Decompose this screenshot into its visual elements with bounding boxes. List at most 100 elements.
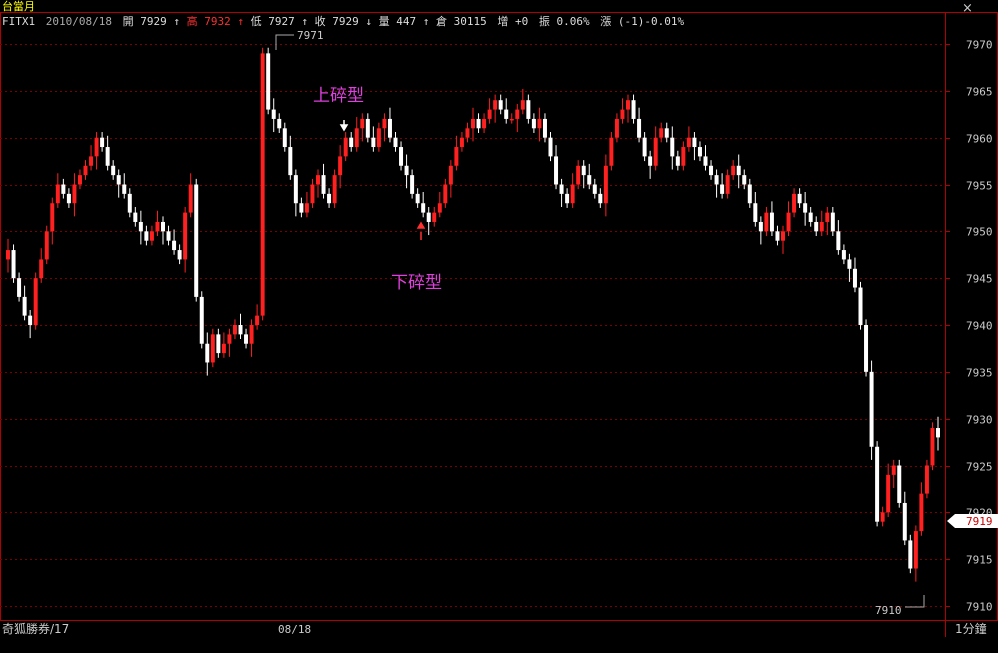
candle-up [72, 184, 77, 204]
candle-down [238, 325, 243, 335]
change-oi-label: 增 [497, 14, 508, 28]
candle-down [531, 118, 536, 129]
lower-fractal-label: 下碎型 [391, 273, 442, 293]
high-label: 高 [187, 14, 198, 28]
candle-down [587, 175, 592, 185]
candle-up [50, 203, 55, 232]
candle-down [28, 315, 33, 325]
low-value: 7927 [268, 15, 295, 28]
indicator-label: 奇狐勝券/17 [2, 621, 69, 636]
candle-down [299, 203, 304, 213]
candle-down [17, 278, 22, 297]
candle-up [515, 109, 520, 119]
candle-down [852, 268, 857, 288]
candle-down [720, 184, 725, 194]
candle-up [188, 184, 193, 213]
candle-up [304, 203, 309, 213]
candle-down [266, 53, 271, 110]
candle-down [127, 193, 132, 213]
candle-up [437, 203, 442, 213]
y-tick-label: 7940 [966, 320, 993, 333]
upper-fractal-label: 上碎型 [313, 86, 364, 106]
candle-down [393, 137, 398, 148]
candle-down [642, 137, 647, 157]
candle-up [482, 118, 487, 129]
candle-down [631, 100, 636, 119]
high-arrow: ↑ [237, 15, 244, 28]
candle-down [714, 175, 719, 185]
candle-down [869, 371, 874, 447]
candle-down [703, 156, 708, 166]
y-tick-label: 7960 [966, 133, 993, 146]
open-value: 7929 [140, 15, 167, 28]
candle-up [681, 147, 686, 166]
candle-up [310, 184, 315, 204]
y-tick-label: 7915 [966, 554, 993, 567]
candle-up [376, 128, 381, 148]
candle-up [332, 175, 337, 204]
high-marker-label: 7971 [297, 29, 324, 42]
candle-down [875, 446, 880, 522]
oi-value: 30115 [454, 15, 487, 28]
candle-down [692, 137, 697, 148]
candle-up [338, 156, 343, 176]
candle-down [797, 193, 802, 204]
window-title: 台當月 [2, 0, 35, 13]
candle-up [659, 128, 664, 138]
candle-up [731, 165, 736, 176]
y-tick-label: 7930 [966, 414, 993, 427]
low-arrow: ↑ [301, 15, 308, 28]
candle-down [100, 137, 105, 148]
candle-down [116, 175, 121, 185]
y-tick-label: 7935 [966, 367, 993, 380]
close-arrow: ↓ [365, 15, 372, 28]
candle-down [205, 343, 210, 363]
candle-up [886, 474, 891, 513]
candle-up [891, 465, 896, 475]
candle-down [122, 184, 127, 194]
candle-down [542, 118, 547, 138]
candle-down [670, 137, 675, 157]
candle-down [321, 175, 326, 194]
candle-up [653, 137, 658, 166]
candle-down [803, 203, 808, 213]
open-arrow: ↑ [173, 15, 180, 28]
candle-up [465, 128, 470, 138]
candle-down [592, 184, 597, 194]
oi-label: 倉 [436, 14, 447, 28]
candle-up [94, 137, 99, 157]
candle-up [576, 165, 581, 185]
candle-up [924, 465, 929, 494]
candle-down [902, 502, 907, 541]
candle-up [448, 165, 453, 185]
symbol: FITX1 [2, 15, 35, 28]
candle-up [343, 137, 348, 157]
candle-up [919, 493, 924, 532]
candle-down [138, 221, 143, 232]
candle-down [288, 147, 293, 176]
candle-down [421, 203, 426, 213]
candle-down [61, 184, 66, 194]
interval-label[interactable]: 1分鐘 [955, 621, 987, 636]
candle-down [565, 193, 570, 204]
amplitude-label: 振 [539, 14, 550, 28]
candle-up [316, 175, 320, 185]
candle-up [6, 250, 10, 260]
candle-down [709, 165, 714, 176]
candle-up [913, 531, 918, 569]
candle-down [598, 193, 603, 204]
candle-up [786, 212, 791, 232]
high-marker-leader [275, 34, 294, 50]
candle-up [255, 315, 260, 325]
candle-down [216, 334, 221, 354]
candle-up [570, 184, 575, 204]
candle-down [498, 100, 503, 110]
candle-down [426, 212, 431, 222]
candle-up [537, 118, 542, 129]
close-icon[interactable]: × [962, 1, 973, 16]
candle-up [825, 212, 830, 222]
candle-down [111, 165, 116, 176]
open-label: 開 [123, 15, 134, 28]
candle-down [648, 156, 653, 166]
candle-up [227, 334, 232, 344]
